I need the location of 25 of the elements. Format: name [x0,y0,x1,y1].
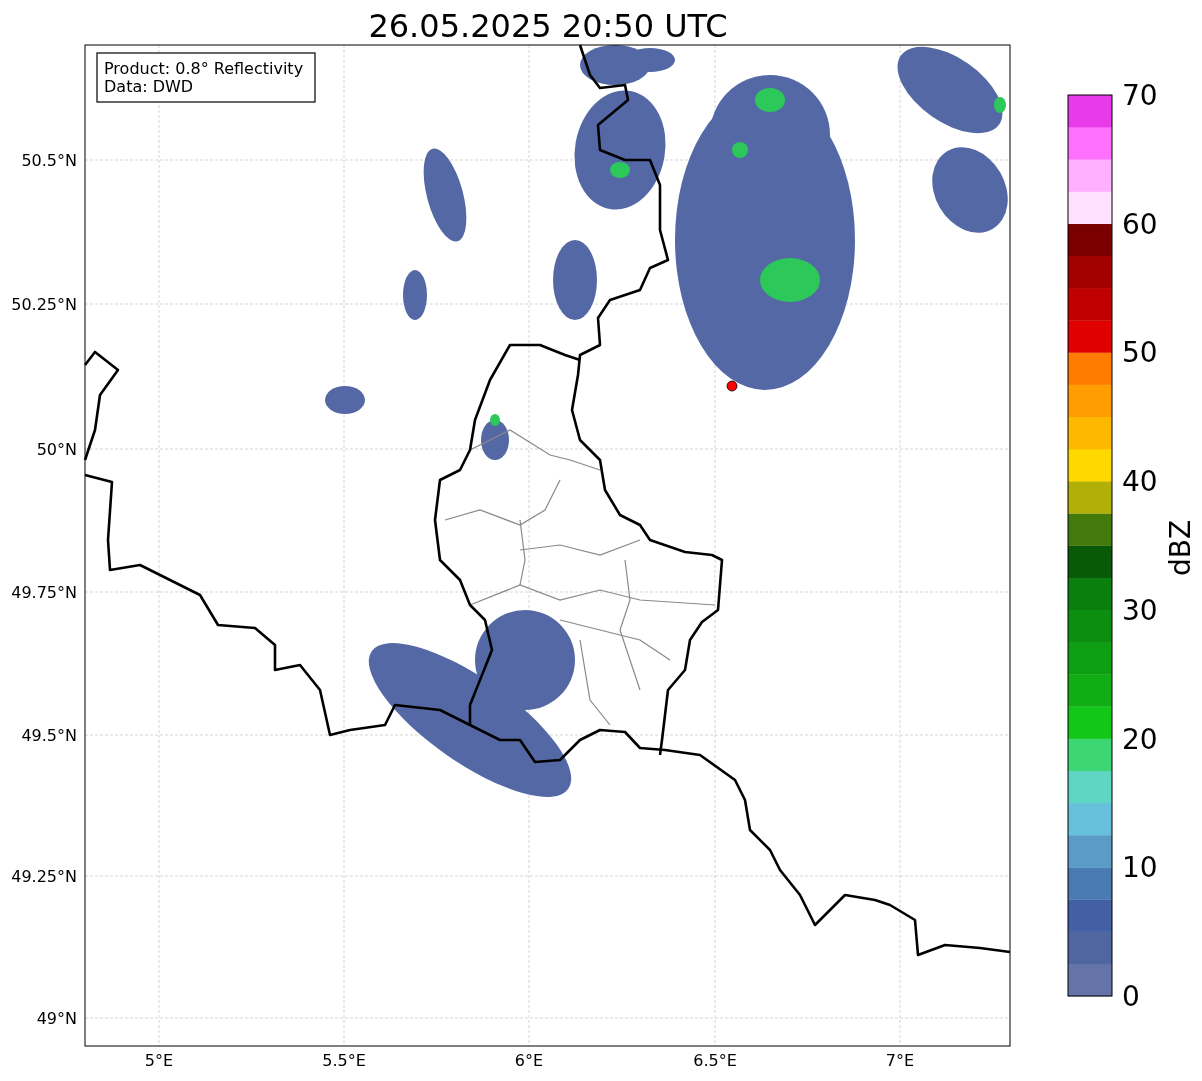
latitude-label: 49°N [36,1009,77,1028]
latitude-label: 49.25°N [11,867,77,886]
colorbar-title: dBZ [1164,519,1197,577]
colorbar-label: 20 [1122,722,1158,756]
longitude-label: 6°E [514,1051,544,1070]
latitude-label: 50.5°N [21,151,77,170]
colorbar-label: 60 [1122,207,1158,241]
colorbar-label: 40 [1122,465,1158,499]
colorbar-label: 70 [1122,79,1158,112]
info-text: Data: DWD [104,77,194,96]
longitude-label: 5°E [144,1051,174,1070]
longitude-label: 7°E [885,1051,915,1070]
colorbar-label: 30 [1122,593,1158,627]
latitude-label: 50.25°N [11,295,77,314]
latitude-label: 50°N [36,440,77,459]
longitude-label: 6.5°E [693,1051,737,1070]
radar-site-marker [726,380,738,392]
colorbar-label: 50 [1122,336,1158,370]
chart-title: 26.05.2025 20:50 UTC [368,7,728,45]
latitude-label: 49.5°N [21,726,77,745]
colorbar-label: 10 [1122,851,1158,885]
longitude-label: 5.5°E [322,1051,366,1070]
colorbar-label: 0 [1122,980,1140,1013]
info-text: Product: 0.8° Reflectivity [104,59,304,78]
latitude-label: 49.75°N [11,583,77,602]
